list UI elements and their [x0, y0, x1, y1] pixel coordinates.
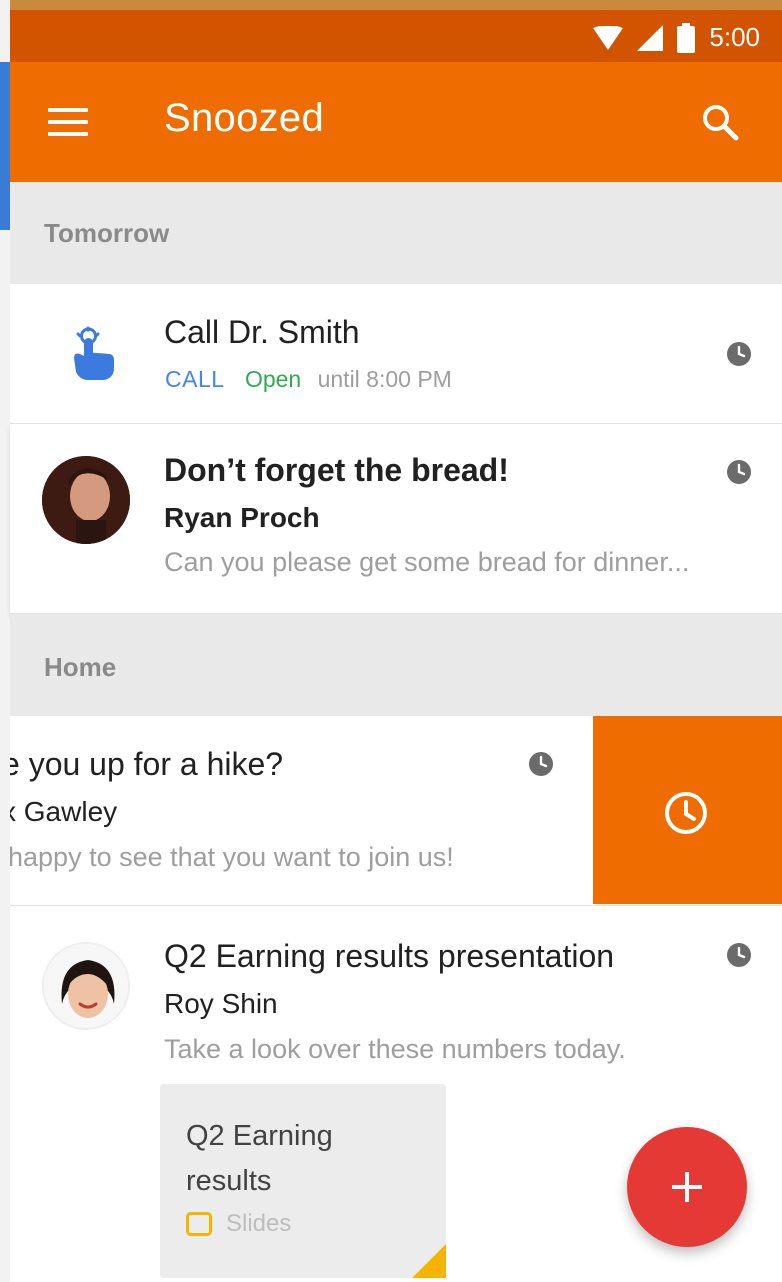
tap-hand-icon — [74, 326, 114, 380]
email-snippet: happy to see that you want to join us! — [10, 842, 454, 872]
email-subject: Don’t forget the bread! — [164, 452, 509, 488]
email-subject: e you up for a hike? — [10, 746, 284, 782]
clock-icon — [727, 460, 751, 484]
search-icon[interactable] — [700, 102, 740, 142]
menu-icon[interactable] — [48, 108, 88, 136]
open-hours: until 8:00 PM — [317, 366, 452, 392]
avatar — [42, 942, 130, 1030]
call-tag: CALL — [165, 366, 225, 392]
clock-icon — [727, 342, 751, 366]
slides-icon — [186, 1212, 212, 1236]
email-sender: Ryan Proch — [164, 502, 320, 533]
battery-icon — [677, 22, 696, 53]
cell-signal-icon — [637, 24, 664, 51]
status-icons: 5:00 — [593, 22, 760, 53]
plus-icon — [672, 1172, 702, 1202]
email-snippet: Take a look over these numbers today. — [164, 1034, 626, 1064]
section-header-tomorrow: Tomorrow — [10, 182, 782, 284]
attachment-type-label: Slides — [226, 1210, 292, 1237]
snooze-swipe-action[interactable] — [593, 716, 782, 904]
email-subject: Q2 Earning results presentation — [164, 938, 615, 974]
reminder-meta: CALL Open until 8:00 PM — [165, 366, 452, 393]
status-time: 5:00 — [709, 22, 760, 52]
clock-icon — [529, 752, 553, 776]
attachment-type: Slides — [186, 1210, 291, 1238]
email-sender: Roy Shin — [164, 988, 278, 1019]
page-title: Snoozed — [164, 96, 325, 140]
email-sender: x Gawley — [10, 796, 118, 827]
app-screen: 5:00 Snoozed Tomorrow Call Dr. Smith CAL… — [0, 0, 782, 1282]
open-tag: Open — [244, 366, 302, 392]
document-fold-corner — [412, 1244, 446, 1278]
avatar-ryan-proch — [42, 456, 130, 544]
attachment-card[interactable]: Q2 Earning results Slides — [160, 1084, 446, 1278]
email-item-bread[interactable]: Don’t forget the bread! Ryan Proch Can y… — [10, 424, 782, 614]
avatar-roy-shin — [44, 944, 128, 1028]
section-label: Tomorrow — [44, 218, 170, 248]
clock-icon — [727, 943, 751, 967]
email-snippet: Can you please get some bread for dinner… — [164, 547, 690, 577]
attachment-title: Q2 Earning results — [186, 1120, 333, 1197]
window-top-edge — [0, 0, 782, 10]
avatar — [42, 456, 130, 544]
compose-fab-button[interactable] — [627, 1127, 747, 1247]
snooze-clock-icon — [665, 792, 707, 834]
status-bar: 5:00 — [10, 10, 782, 62]
app-bar: Snoozed — [10, 62, 782, 182]
reminder-item-call[interactable]: Call Dr. Smith CALL Open until 8:00 PM — [10, 284, 782, 424]
left-panel-accent — [0, 62, 10, 230]
section-label: Home — [44, 652, 117, 682]
wifi-icon — [593, 25, 624, 50]
reminder-title: Call Dr. Smith — [164, 314, 360, 350]
section-header-home: Home — [10, 614, 782, 716]
